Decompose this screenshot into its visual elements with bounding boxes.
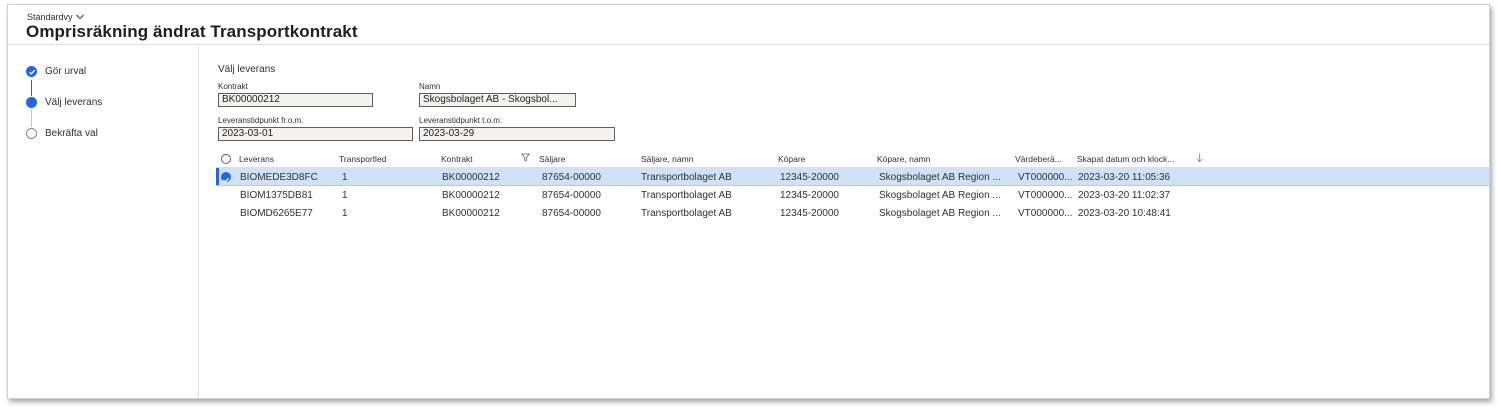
from-date-label: Leveranstidpunkt fr.o.m.: [218, 116, 304, 125]
check-icon: [26, 66, 37, 77]
column-header-saljare-namn[interactable]: Säljare, namn: [641, 154, 693, 164]
step-label: Välj leverans: [45, 97, 103, 108]
cell-kopare: 12345-20000: [780, 190, 839, 201]
filter-icon[interactable]: [521, 153, 530, 162]
cell-vardeberakning: VT000000...: [1018, 208, 1073, 219]
section-title: Välj leverans: [218, 64, 276, 75]
current-step-icon: [26, 97, 37, 108]
cell-kopare: 12345-20000: [780, 172, 839, 183]
namn-label: Namn: [419, 82, 441, 91]
step-label: Bekräfta val: [45, 128, 98, 139]
cell-saljare-namn: Transportbolaget AB: [641, 208, 732, 219]
cell-leverans: BIOM1375DB81: [240, 190, 313, 201]
cell-leverans: BIOMEDE3D8FC: [240, 172, 318, 183]
step-label: Gör urval: [45, 66, 87, 77]
cell-saljare-namn: Transportbolaget AB: [641, 172, 732, 183]
column-header-kontrakt[interactable]: Kontrakt: [441, 154, 473, 164]
from-date-field[interactable]: 2023-03-01: [218, 127, 413, 141]
check-icon[interactable]: [221, 172, 231, 183]
wizard-steps: Gör urval Välj leverans Bekräfta val: [8, 46, 199, 398]
sort-descending-icon[interactable]: [1196, 153, 1203, 163]
cell-saljare-namn: Transportbolaget AB: [641, 190, 732, 201]
column-header-kopare-namn[interactable]: Köpare, namn: [877, 154, 930, 164]
table-row[interactable]: BIOMD6265E77 1 BK00000212 87654-00000 Tr…: [216, 204, 1489, 222]
cell-saljare: 87654-00000: [542, 190, 601, 201]
column-header-transportled[interactable]: Transportled: [339, 154, 386, 164]
delivery-grid: Leverans Transportled Kontrakt Säljare S…: [216, 150, 1489, 222]
cell-kontrakt: BK00000212: [442, 172, 500, 183]
cell-leverans: BIOMD6265E77: [240, 208, 313, 219]
cell-kopare-namn: Skogsbolaget AB Region ...: [879, 172, 1001, 183]
select-all-radio[interactable]: [221, 154, 231, 164]
namn-field[interactable]: Skogsbolaget AB - Skogsbol...: [419, 93, 576, 107]
table-row[interactable]: BIOMEDE3D8FC 1 BK00000212 87654-00000 Tr…: [216, 168, 1489, 186]
cell-kopare-namn: Skogsbolaget AB Region ...: [879, 208, 1001, 219]
step-bekrafta-val[interactable]: Bekräfta val: [26, 128, 98, 139]
table-row[interactable]: BIOM1375DB81 1 BK00000212 87654-00000 Tr…: [216, 186, 1489, 204]
column-header-kopare[interactable]: Köpare: [778, 154, 805, 164]
to-date-label: Leveranstidpunkt t.o.m.: [419, 116, 503, 125]
cell-transportled: 1: [342, 208, 348, 219]
cell-saljare: 87654-00000: [542, 208, 601, 219]
app-window: Standardvy Omprisräkning ändrat Transpor…: [7, 4, 1490, 399]
cell-skapat: 2023-03-20 11:05:36: [1078, 172, 1171, 183]
cell-saljare: 87654-00000: [542, 172, 601, 183]
cell-skapat: 2023-03-20 11:02:37: [1078, 190, 1171, 201]
column-header-skapat[interactable]: Skapat datum och klock...: [1077, 154, 1174, 164]
column-header-vardeberakning[interactable]: Värdeberä...: [1015, 154, 1062, 164]
cell-transportled: 1: [342, 172, 348, 183]
main-content: Välj leverans Kontrakt BK00000212 Namn S…: [200, 46, 1489, 398]
step-connector: [31, 109, 32, 127]
column-header-leverans[interactable]: Leverans: [239, 154, 274, 164]
cell-kopare-namn: Skogsbolaget AB Region ...: [879, 190, 1001, 201]
cell-skapat: 2023-03-20 10:48:41: [1078, 208, 1171, 219]
chevron-down-icon: [75, 14, 84, 20]
grid-header: Leverans Transportled Kontrakt Säljare S…: [216, 150, 1489, 168]
pending-step-icon: [26, 128, 37, 139]
page-header: Standardvy Omprisräkning ändrat Transpor…: [8, 5, 1489, 45]
view-selector[interactable]: Standardvy: [27, 12, 84, 22]
column-header-saljare[interactable]: Säljare: [539, 154, 565, 164]
kontrakt-field[interactable]: BK00000212: [218, 93, 373, 107]
cell-kontrakt: BK00000212: [442, 208, 500, 219]
cell-vardeberakning: VT000000...: [1018, 190, 1073, 201]
page-title: Omprisräkning ändrat Transportkontrakt: [26, 22, 358, 41]
view-name: Standardvy: [27, 12, 73, 22]
step-gor-urval[interactable]: Gör urval: [26, 66, 86, 77]
cell-kopare: 12345-20000: [780, 208, 839, 219]
cell-transportled: 1: [342, 190, 348, 201]
step-valj-leverans[interactable]: Välj leverans: [26, 97, 102, 108]
cell-vardeberakning: VT000000...: [1018, 172, 1073, 183]
step-connector: [31, 80, 32, 96]
kontrakt-label: Kontrakt: [218, 82, 248, 91]
to-date-field[interactable]: 2023-03-29: [419, 127, 615, 141]
cell-kontrakt: BK00000212: [442, 190, 500, 201]
